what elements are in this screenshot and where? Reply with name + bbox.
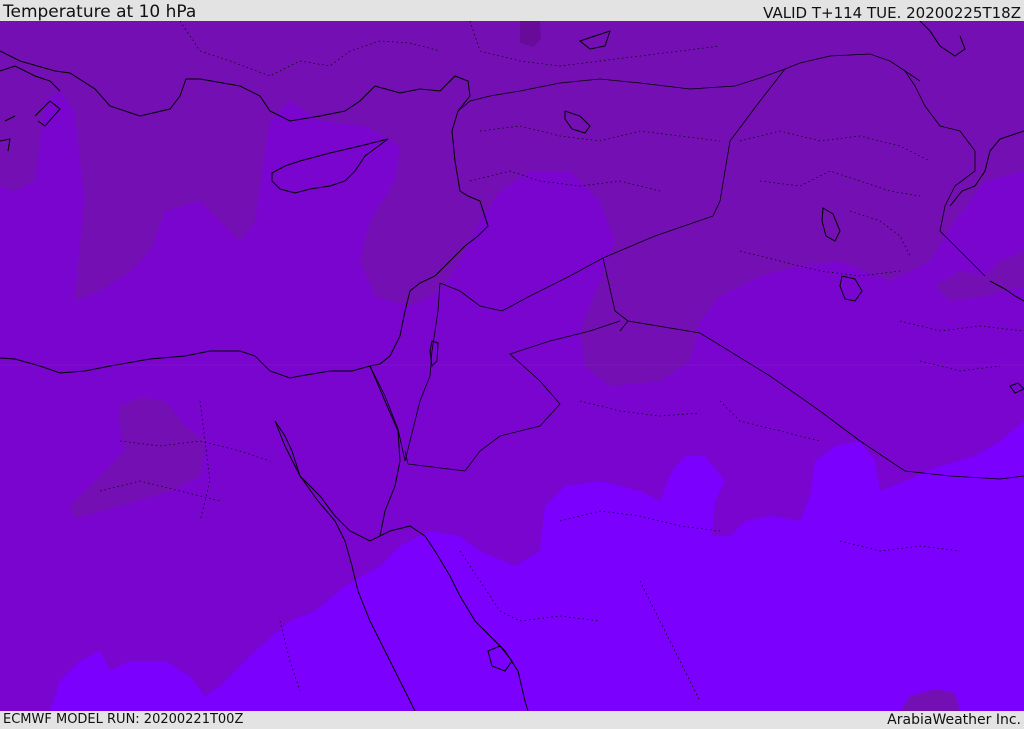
- map-canvas: [0, 21, 1024, 711]
- valid-time-label: VALID T+114 TUE. 20200225T18Z: [763, 4, 1021, 22]
- map-title: Temperature at 10 hPa: [3, 2, 197, 22]
- model-run-label: ECMWF MODEL RUN: 20200221T00Z: [3, 712, 244, 727]
- weather-map: [0, 21, 1024, 711]
- provider-label: ArabiaWeather Inc.: [887, 712, 1021, 728]
- footer-bar: ECMWF MODEL RUN: 20200221T00Z ArabiaWeat…: [0, 711, 1024, 729]
- header-bar: Temperature at 10 hPa VALID T+114 TUE. 2…: [0, 0, 1024, 21]
